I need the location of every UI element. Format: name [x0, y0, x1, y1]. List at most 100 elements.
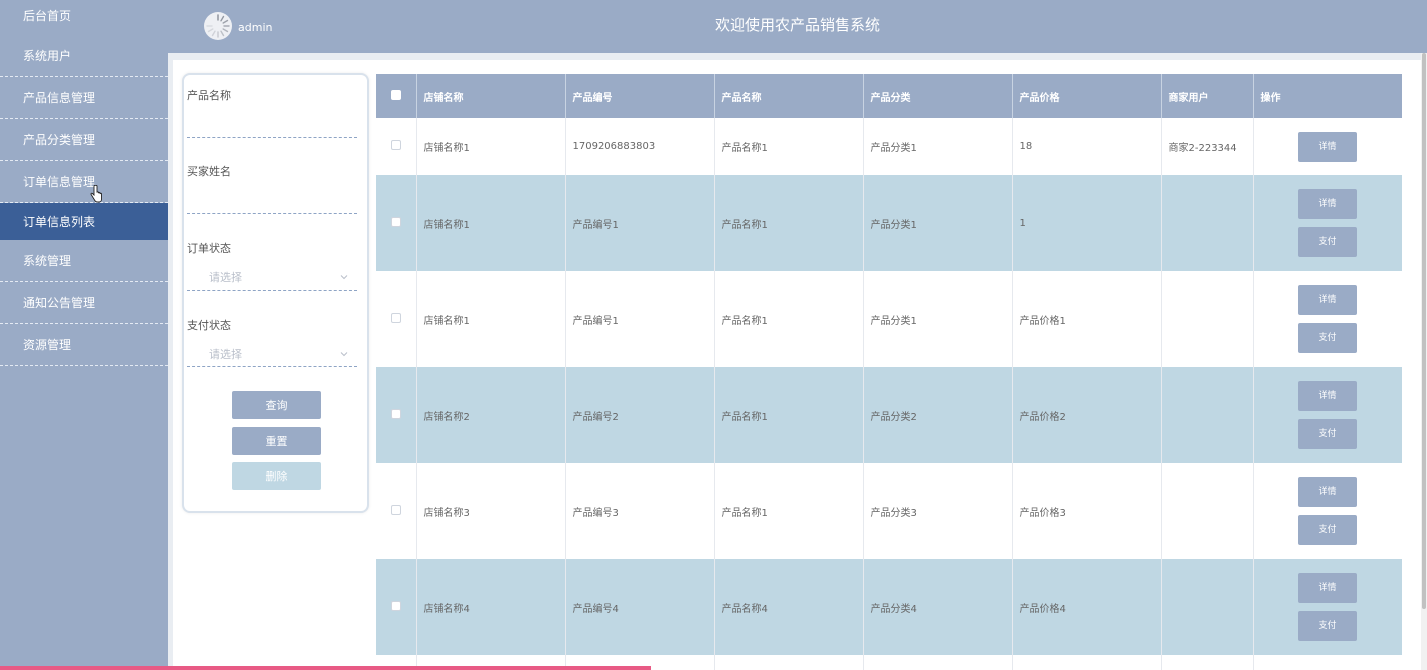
name-cell: 产品名称1 — [714, 175, 864, 271]
detail-button[interactable]: 详情 — [1298, 131, 1357, 162]
pay-button[interactable]: 支付 — [1298, 227, 1357, 257]
merchant-cell — [1161, 175, 1254, 271]
detail-button[interactable]: 详情 — [1298, 189, 1357, 219]
category-cell: 产品分类4 — [863, 559, 1013, 655]
column-header: 操作 — [1253, 74, 1402, 118]
chevron-down-icon — [340, 352, 348, 357]
column-header: 产品编号 — [565, 74, 715, 118]
chevron-down-icon — [340, 275, 348, 280]
column-header: 商家用户 — [1161, 74, 1254, 118]
nav-item-label: 产品分类管理 — [23, 133, 96, 147]
shop-cell: 店铺名称2 — [416, 367, 566, 463]
row-checkbox[interactable] — [376, 463, 417, 559]
nav-item-dashboard[interactable]: 后台首页 — [0, 0, 168, 35]
nav-item-system-manage[interactable]: 系统管理 — [0, 240, 168, 282]
pay-status-label: 支付状态 — [187, 319, 231, 332]
name-cell: 产品名称1 — [714, 271, 864, 367]
price-cell: 18 — [1012, 118, 1162, 175]
price-cell: 产品价格2 — [1012, 367, 1162, 463]
page-title: 欢迎使用农产品销售系统 — [714, 16, 880, 34]
category-cell: 产品分类1 — [863, 271, 1013, 367]
search-panel: 产品名称 买家姓名 订单状态 请选择 支付状态 请选择 查询 重置 删除 — [182, 73, 369, 513]
code-cell: 1709206883803 — [565, 118, 715, 175]
buyer-name-input[interactable] — [187, 213, 357, 214]
table-row: 店铺名称2 产品编号2 产品名称1 产品分类2 产品价格2 详情 支付 — [376, 367, 1402, 463]
query-button[interactable]: 查询 — [232, 391, 321, 419]
shop-cell: 店铺名称4 — [416, 559, 566, 655]
nav-item-label: 订单信息列表 — [23, 215, 96, 229]
category-cell: 产品分类1 — [863, 175, 1013, 271]
shop-cell: 店铺名称1 — [416, 175, 566, 271]
product-name-input[interactable] — [187, 137, 357, 138]
table-row: 店铺名称3 产品编号3 产品名称1 产品分类3 产品价格3 详情支付 — [376, 463, 1402, 559]
table-row: 店铺名称4 产品编号4 产品名称4 产品分类4 产品价格4 详情支付 — [376, 559, 1402, 655]
nav-item-label: 系统用户 — [23, 49, 72, 63]
price-cell: 产品价格3 — [1012, 463, 1162, 559]
reset-button[interactable]: 重置 — [232, 427, 321, 455]
pay-button[interactable]: 支付 — [1298, 515, 1357, 545]
category-cell: 产品分类3 — [863, 463, 1013, 559]
top-header: admin 欢迎使用农产品销售系统 — [168, 0, 1427, 53]
merchant-cell — [1161, 559, 1254, 655]
nav-item-notice[interactable]: 通知公告管理 — [0, 282, 168, 324]
vertical-scrollbar[interactable] — [1421, 53, 1427, 670]
actions-cell: 详情 支付 — [1253, 175, 1402, 271]
detail-button[interactable]: 详情 — [1298, 573, 1357, 603]
hand-cursor-icon — [90, 185, 102, 203]
nav-item-label: 资源管理 — [23, 338, 72, 352]
nav-item-order-list[interactable]: 订单信息列表 — [0, 203, 168, 240]
nav-item-product-category[interactable]: 产品分类管理 — [0, 119, 168, 161]
nav-item-label: 产品信息管理 — [23, 91, 96, 105]
pay-button[interactable]: 支付 — [1298, 611, 1357, 641]
scrollbar-thumb[interactable] — [1422, 53, 1426, 609]
nav-item-product-info[interactable]: 产品信息管理 — [0, 77, 168, 119]
select-all-checkbox[interactable] — [376, 74, 417, 118]
name-cell: 产品名称4 — [714, 559, 864, 655]
shop-cell: 店铺名称1 — [416, 271, 566, 367]
nav-item-resource[interactable]: 资源管理 — [0, 324, 168, 366]
column-header: 产品价格 — [1012, 74, 1162, 118]
nav-item-order-info[interactable]: 订单信息管理 — [0, 161, 168, 203]
detail-button[interactable]: 详情 — [1298, 477, 1357, 507]
detail-button[interactable]: 详情 — [1298, 285, 1357, 315]
code-cell: 产品编号3 — [565, 463, 715, 559]
name-cell: 产品名称1 — [714, 118, 864, 175]
table-row: 店铺名称1 产品编号1 产品名称1 产品分类1 产品价格1 详情支付 — [376, 271, 1402, 367]
shop-cell: 店铺名称3 — [416, 463, 566, 559]
code-cell: 产品编号4 — [565, 559, 715, 655]
name-cell: 产品名称1 — [714, 463, 864, 559]
price-cell: 产品价格4 — [1012, 559, 1162, 655]
order-table: 店铺名称 产品编号 产品名称 产品分类 产品价格 商家用户 操作 店铺名称1 1… — [376, 74, 1402, 670]
actions-cell: 详情 支付 — [1253, 271, 1402, 367]
price-cell: 1 — [1012, 175, 1162, 271]
detail-button[interactable]: 详情 — [1298, 381, 1357, 411]
row-checkbox[interactable] — [376, 367, 417, 463]
nav-item-system-users[interactable]: 系统用户 — [0, 35, 168, 77]
merchant-cell — [1161, 463, 1254, 559]
row-checkbox[interactable] — [376, 559, 417, 655]
sidebar: 后台首页 系统用户 产品信息管理 产品分类管理 订单信息管理 订单信息列表 系统… — [0, 0, 168, 670]
pay-button[interactable]: 支付 — [1298, 419, 1357, 449]
table-row: 店铺名称1 1709206883803 产品名称1 产品分类1 18 商家2-2… — [376, 118, 1402, 175]
product-name-label: 产品名称 — [187, 89, 231, 102]
pay-status-select[interactable]: 请选择 — [209, 346, 242, 362]
buyer-name-label: 买家姓名 — [187, 165, 231, 178]
nav-item-label: 订单信息管理 — [23, 175, 96, 189]
order-status-select[interactable]: 请选择 — [209, 269, 242, 285]
actions-cell: 详情 支付 — [1253, 559, 1402, 655]
row-checkbox[interactable] — [376, 175, 417, 271]
column-header: 产品名称 — [714, 74, 864, 118]
table-row: 店铺名称1 产品编号1 产品名称1 产品分类1 1 详情 支付 — [376, 175, 1402, 271]
price-cell: 产品价格1 — [1012, 271, 1162, 367]
delete-button[interactable]: 删除 — [232, 462, 321, 490]
code-cell: 产品编号1 — [565, 271, 715, 367]
column-header: 产品分类 — [863, 74, 1013, 118]
category-cell: 产品分类2 — [863, 367, 1013, 463]
row-checkbox[interactable] — [376, 118, 417, 175]
merchant-cell — [1161, 367, 1254, 463]
nav-item-label: 通知公告管理 — [23, 296, 96, 310]
pay-button[interactable]: 支付 — [1298, 323, 1357, 353]
merchant-cell — [1161, 271, 1254, 367]
progress-bar — [0, 666, 651, 670]
row-checkbox[interactable] — [376, 271, 417, 367]
